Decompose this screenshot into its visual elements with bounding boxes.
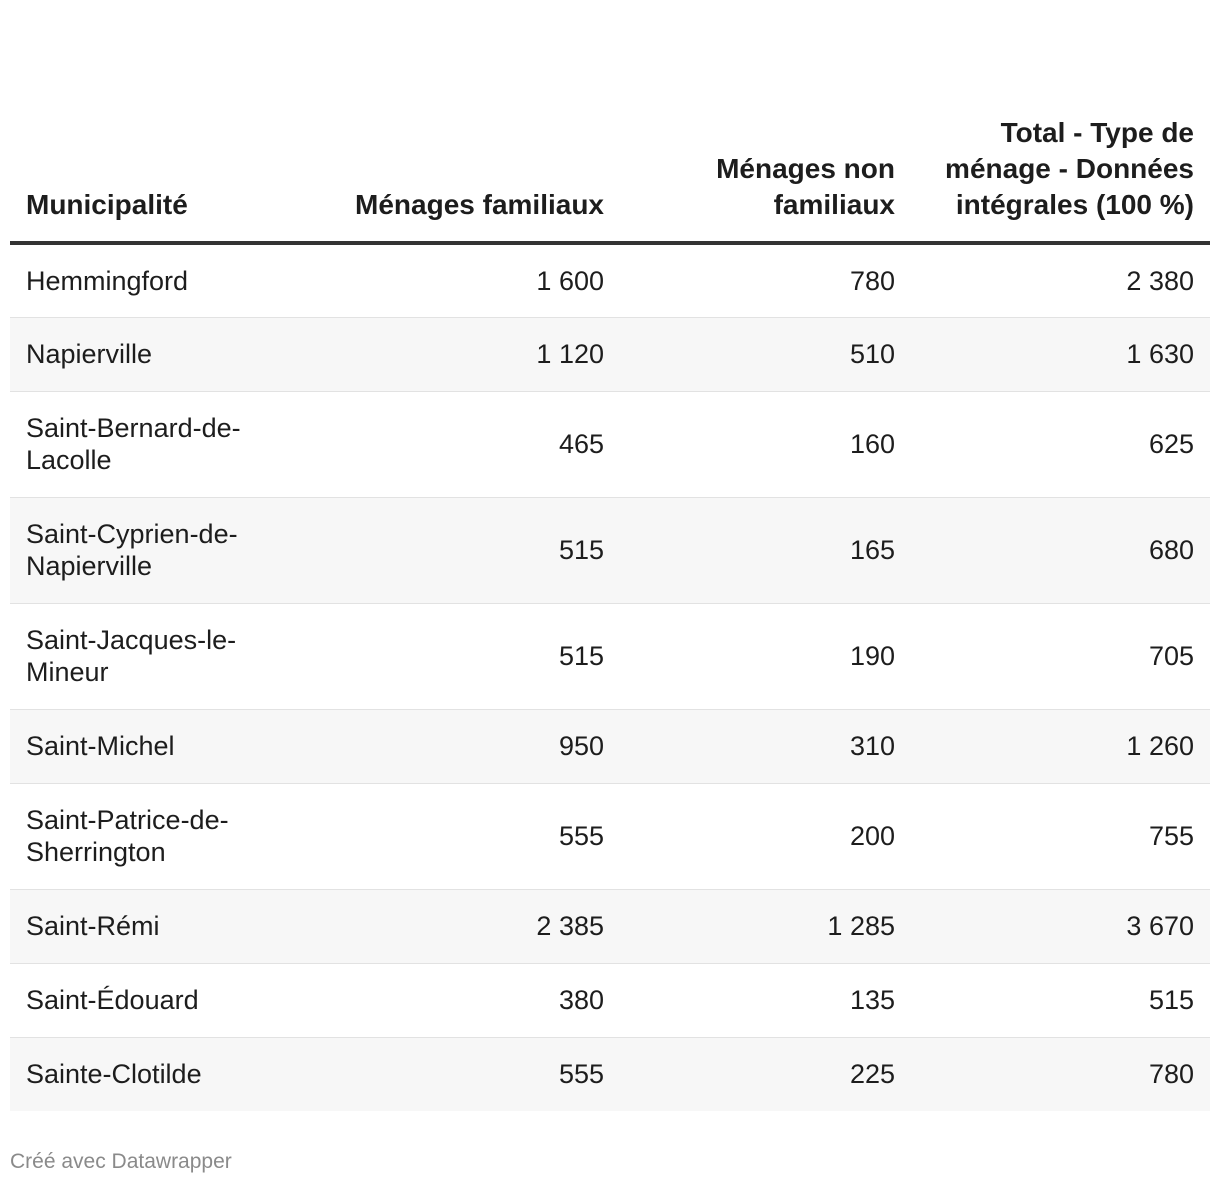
- total-households-cell: 3 670: [911, 889, 1210, 964]
- datawrapper-credit[interactable]: Créé avec Datawrapper: [10, 1150, 232, 1174]
- family-households-cell: 1 120: [270, 317, 620, 392]
- total-households-cell: 2 380: [911, 243, 1210, 318]
- total-households-cell: 780: [911, 1037, 1210, 1111]
- total-households-cell: 625: [911, 391, 1210, 498]
- total-households-cell: 680: [911, 497, 1210, 604]
- non-family-households-cell: 135: [620, 963, 911, 1038]
- table-row: Saint-Édouard 380 135 515: [10, 963, 1210, 1038]
- municipality-cell: Napierville: [10, 317, 270, 392]
- municipality-cell: Saint-Jacques-le-Mineur: [10, 603, 270, 710]
- total-households-cell: 1 260: [911, 709, 1210, 784]
- header-row: Municipalité Ménages familiaux Ménages n…: [10, 0, 1210, 245]
- table-row: Sainte-Clotilde 555 225 780: [10, 1037, 1210, 1111]
- municipality-cell: Saint-Édouard: [10, 963, 270, 1038]
- table-row: Saint-Jacques-le-Mineur 515 190 705: [10, 603, 1210, 710]
- non-family-households-cell: 780: [620, 243, 911, 318]
- non-family-households-cell: 160: [620, 391, 911, 498]
- table-row: Saint-Rémi 2 385 1 285 3 670: [10, 889, 1210, 964]
- non-family-households-cell: 225: [620, 1037, 911, 1111]
- family-households-cell: 2 385: [270, 889, 620, 964]
- family-households-cell: 1 600: [270, 243, 620, 318]
- table-row: Hemmingford 1 600 780 2 380: [10, 243, 1210, 318]
- municipality-cell: Saint-Patrice-de-Sherrington: [10, 783, 270, 890]
- family-households-cell: 465: [270, 391, 620, 498]
- municipality-cell: Hemmingford: [10, 243, 270, 318]
- total-households-cell: 1 630: [911, 317, 1210, 392]
- data-table: Municipalité Ménages familiaux Ménages n…: [10, 0, 1210, 1111]
- municipality-cell: Saint-Bernard-de-Lacolle: [10, 391, 270, 498]
- column-header-menages-non-familiaux[interactable]: Ménages non familiaux: [620, 0, 911, 245]
- municipality-cell: Sainte-Clotilde: [10, 1037, 270, 1111]
- family-households-cell: 515: [270, 603, 620, 710]
- non-family-households-cell: 190: [620, 603, 911, 710]
- column-header-municipalite[interactable]: Municipalité: [10, 0, 270, 245]
- total-households-cell: 515: [911, 963, 1210, 1038]
- municipality-cell: Saint-Michel: [10, 709, 270, 784]
- non-family-households-cell: 1 285: [620, 889, 911, 964]
- column-header-total[interactable]: Total - Type de ménage - Données intégra…: [911, 0, 1210, 245]
- table-row: Napierville 1 120 510 1 630: [10, 317, 1210, 392]
- column-header-menages-familiaux[interactable]: Ménages familiaux: [270, 0, 620, 245]
- total-households-cell: 705: [911, 603, 1210, 710]
- table-container: Municipalité Ménages familiaux Ménages n…: [10, 0, 1210, 1111]
- total-households-cell: 755: [911, 783, 1210, 890]
- municipality-cell: Saint-Cyprien-de-Napierville: [10, 497, 270, 604]
- table-row: Saint-Cyprien-de-Napierville 515 165 680: [10, 497, 1210, 604]
- table-row: Saint-Patrice-de-Sherrington 555 200 755: [10, 783, 1210, 890]
- family-households-cell: 555: [270, 783, 620, 890]
- family-households-cell: 555: [270, 1037, 620, 1111]
- non-family-households-cell: 510: [620, 317, 911, 392]
- table-row: Saint-Michel 950 310 1 260: [10, 709, 1210, 784]
- family-households-cell: 950: [270, 709, 620, 784]
- non-family-households-cell: 165: [620, 497, 911, 604]
- family-households-cell: 380: [270, 963, 620, 1038]
- non-family-households-cell: 200: [620, 783, 911, 890]
- family-households-cell: 515: [270, 497, 620, 604]
- table-row: Saint-Bernard-de-Lacolle 465 160 625: [10, 391, 1210, 498]
- municipality-cell: Saint-Rémi: [10, 889, 270, 964]
- non-family-households-cell: 310: [620, 709, 911, 784]
